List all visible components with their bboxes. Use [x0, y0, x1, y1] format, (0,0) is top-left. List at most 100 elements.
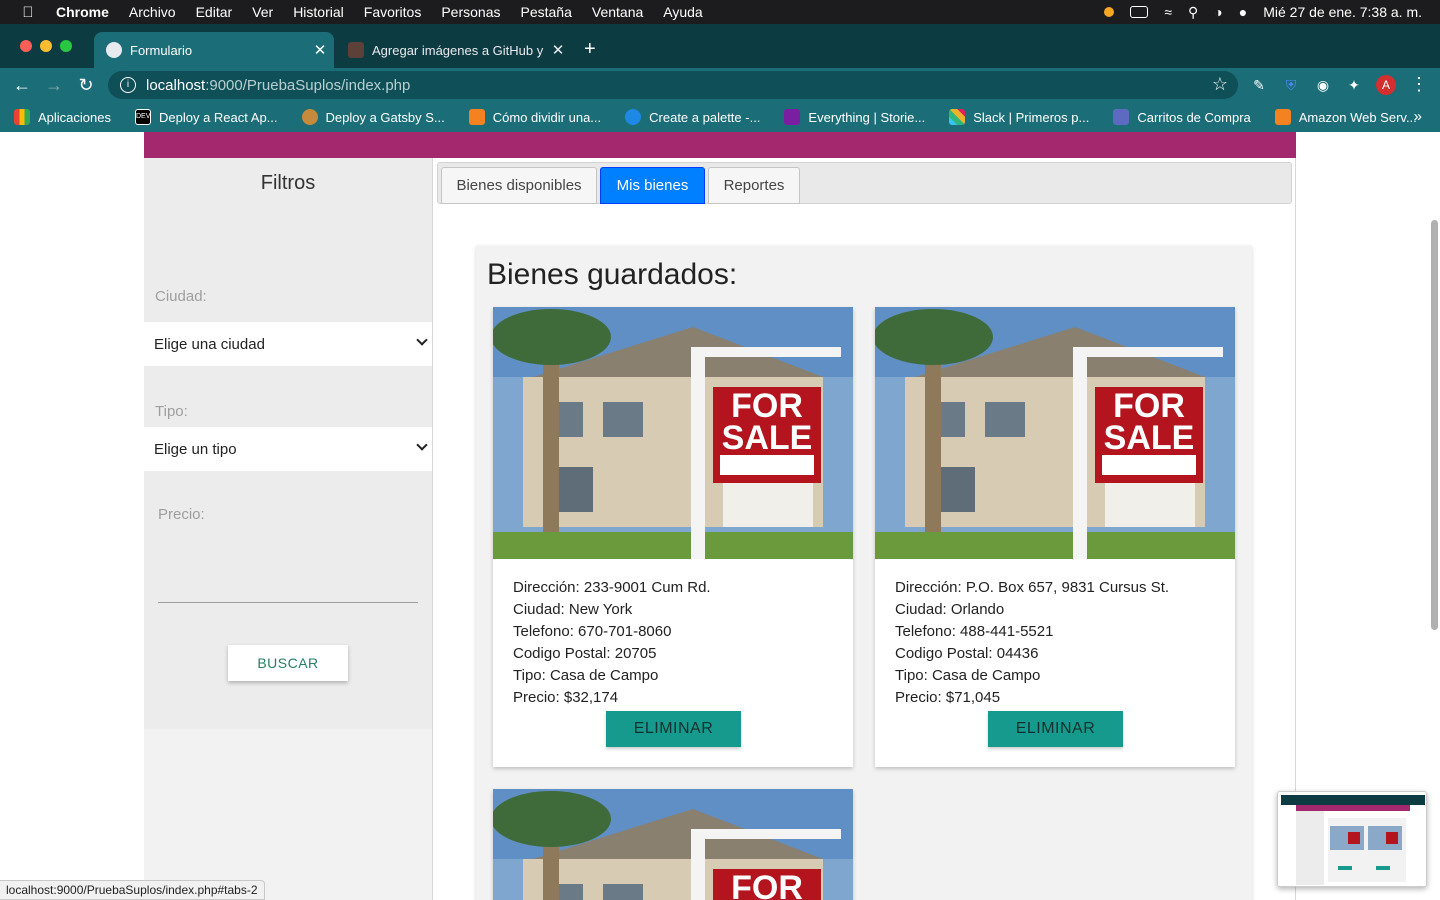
menubar-clock[interactable]: Mié 27 de ene. 7:38 a. m.: [1263, 4, 1422, 20]
close-tab-icon[interactable]: ✕: [306, 41, 334, 59]
circle-extension-icon[interactable]: ◉: [1312, 74, 1334, 96]
battery-icon[interactable]: [1130, 6, 1149, 18]
header-band: [144, 132, 1296, 158]
pen-extension-icon[interactable]: ✎: [1248, 74, 1270, 96]
tab-title: Agregar imágenes a GitHub y p: [372, 42, 544, 58]
back-icon[interactable]: ←: [6, 75, 38, 96]
zoom-window-icon[interactable]: [60, 40, 72, 52]
bookmark-apps[interactable]: Aplicaciones: [14, 109, 111, 125]
property-info: Dirección: 233-9001 Cum Rd. Ciudad: New …: [513, 577, 711, 709]
extensions-puzzle-icon[interactable]: ✦: [1343, 74, 1365, 96]
m-logo-icon: [1113, 109, 1130, 125]
forward-icon[interactable]: →: [38, 75, 70, 96]
page-tabs: Bienes disponibles Mis bienes Reportes: [437, 162, 1292, 204]
screenshot-thumbnail[interactable]: [1277, 791, 1427, 887]
bookmark-item[interactable]: Everything | Storie...: [784, 109, 925, 125]
siri-icon[interactable]: ●: [1239, 4, 1247, 20]
ciudad-label: Ciudad:: [155, 288, 207, 305]
menu-pestana[interactable]: Pestaña: [521, 4, 572, 20]
tipo-select[interactable]: Elige un tipo: [144, 427, 432, 471]
property-info: Dirección: P.O. Box 657, 9831 Cursus St.…: [895, 577, 1169, 709]
tipo-select-value: Elige un tipo: [154, 440, 237, 458]
tab-reportes[interactable]: Reportes: [708, 167, 800, 204]
eliminar-button[interactable]: ELIMINAR: [988, 711, 1123, 747]
chrome-menu-icon[interactable]: ⋮: [1410, 74, 1428, 95]
property-telefono: Telefono: 488-441-5521: [895, 623, 1054, 640]
menu-ver[interactable]: Ver: [252, 4, 273, 20]
bookmark-item[interactable]: Slack | Primeros p...: [949, 109, 1089, 125]
property-ciudad: Ciudad: New York: [513, 601, 633, 618]
bookmark-item[interactable]: Carritos de Compra: [1113, 109, 1251, 125]
bookmark-label: Amazon Web Serv...: [1298, 109, 1417, 125]
macos-menubar:  Chrome Archivo Editar Ver Historial Fa…: [0, 0, 1440, 24]
close-tab-icon[interactable]: ✕: [544, 41, 572, 59]
menu-historial[interactable]: Historial: [293, 4, 344, 20]
dog-icon: [301, 109, 318, 125]
bookmark-label: Carritos de Compra: [1137, 109, 1251, 125]
panel-title: Bienes guardados:: [487, 258, 738, 291]
tipo-label: Tipo:: [155, 403, 188, 420]
buscar-button[interactable]: BUSCAR: [228, 645, 348, 681]
filters-title: Filtros: [260, 172, 316, 194]
menu-favoritos[interactable]: Favoritos: [364, 4, 422, 20]
profile-avatar[interactable]: A: [1376, 75, 1396, 95]
browser-toolbar: ← → ↻ i localhost :9000/PruebaSuplos/ind…: [0, 68, 1440, 102]
menu-ventana[interactable]: Ventana: [592, 4, 643, 20]
minimize-window-icon[interactable]: [40, 40, 52, 52]
property-precio: Precio: $71,045: [895, 689, 1001, 706]
precio-slider[interactable]: [158, 602, 418, 603]
menu-editar[interactable]: Editar: [196, 4, 233, 20]
bookmark-star-icon[interactable]: ☆: [1212, 74, 1228, 95]
bookmark-label: Deploy a React Ap...: [159, 109, 278, 125]
site-info-icon[interactable]: i: [120, 77, 136, 93]
recording-indicator-icon: [1104, 7, 1115, 17]
browser-tab[interactable]: Agregar imágenes a GitHub y p ✕: [336, 32, 572, 68]
sidebar-footer: [144, 729, 432, 900]
property-telefono: Telefono: 670-701-8060: [513, 623, 672, 640]
tab-mis-bienes[interactable]: Mis bienes: [600, 167, 705, 204]
browser-tabstrip: Formulario ✕ Agregar imágenes a GitHub y…: [0, 24, 1440, 68]
apps-grid-icon: [14, 109, 30, 125]
bookmark-item[interactable]: DEV Deploy a React Ap...: [135, 109, 278, 125]
new-tab-icon[interactable]: +: [584, 38, 596, 61]
shield-extension-icon[interactable]: ⛨: [1280, 74, 1302, 96]
bookmark-item[interactable]: Create a palette -...: [625, 109, 760, 125]
menu-app[interactable]: Chrome: [56, 4, 109, 20]
bookmark-item[interactable]: Amazon Web Serv...: [1274, 109, 1417, 125]
bookmark-label: Cómo dividir una...: [492, 109, 602, 125]
bookmark-item[interactable]: Deploy a Gatsby S...: [301, 109, 445, 125]
globe-icon: [106, 42, 122, 58]
menu-archivo[interactable]: Archivo: [129, 4, 176, 20]
property-precio: Precio: $32,174: [513, 689, 619, 706]
bookmark-label: Deploy a Gatsby S...: [325, 109, 445, 125]
browser-tab-active[interactable]: Formulario ✕: [94, 32, 334, 68]
tab-bienes-disponibles[interactable]: Bienes disponibles: [441, 167, 597, 204]
apple-icon[interactable]: : [20, 4, 36, 21]
property-card: FOR SALE Dirección: P.O. Box 657, 9831 C…: [875, 307, 1235, 767]
ciudad-select[interactable]: Elige una ciudad: [144, 322, 432, 366]
property-direccion: Dirección: P.O. Box 657, 9831 Cursus St.: [895, 579, 1170, 596]
menu-personas[interactable]: Personas: [441, 4, 500, 20]
close-window-icon[interactable]: [20, 40, 32, 52]
bookmark-item[interactable]: Cómo dividir una...: [468, 109, 602, 125]
url-host: localhost: [146, 76, 206, 94]
sign-word-sale: SALE: [1104, 419, 1195, 457]
property-tipo: Tipo: Casa de Campo: [895, 667, 1041, 684]
circle-c-icon: [625, 109, 642, 125]
tab-title: Formulario: [130, 42, 193, 58]
property-card: FOR SALE Dirección: 233-9001 Cum Rd. Ciu…: [493, 307, 853, 767]
more-bookmarks-icon[interactable]: »: [1414, 108, 1422, 125]
address-bar[interactable]: i localhost :9000/PruebaSuplos/index.php…: [108, 71, 1238, 99]
wifi-icon[interactable]: ≈: [1164, 4, 1172, 20]
property-codigo-postal: Codigo Postal: 04436: [895, 645, 1039, 662]
bookmark-label: Slack | Primeros p...: [973, 109, 1090, 125]
scrollbar-thumb[interactable]: [1431, 220, 1438, 630]
eliminar-button[interactable]: ELIMINAR: [606, 711, 741, 747]
property-ciudad: Ciudad: Orlando: [895, 601, 1005, 618]
reload-icon[interactable]: ↻: [70, 75, 102, 96]
ciudad-select-value: Elige una ciudad: [154, 335, 265, 353]
sign-word-for: FOR: [731, 869, 803, 900]
control-center-icon[interactable]: ◑: [1214, 4, 1222, 20]
menu-ayuda[interactable]: Ayuda: [663, 4, 702, 20]
spotlight-search-icon[interactable]: ⚲: [1188, 4, 1198, 21]
